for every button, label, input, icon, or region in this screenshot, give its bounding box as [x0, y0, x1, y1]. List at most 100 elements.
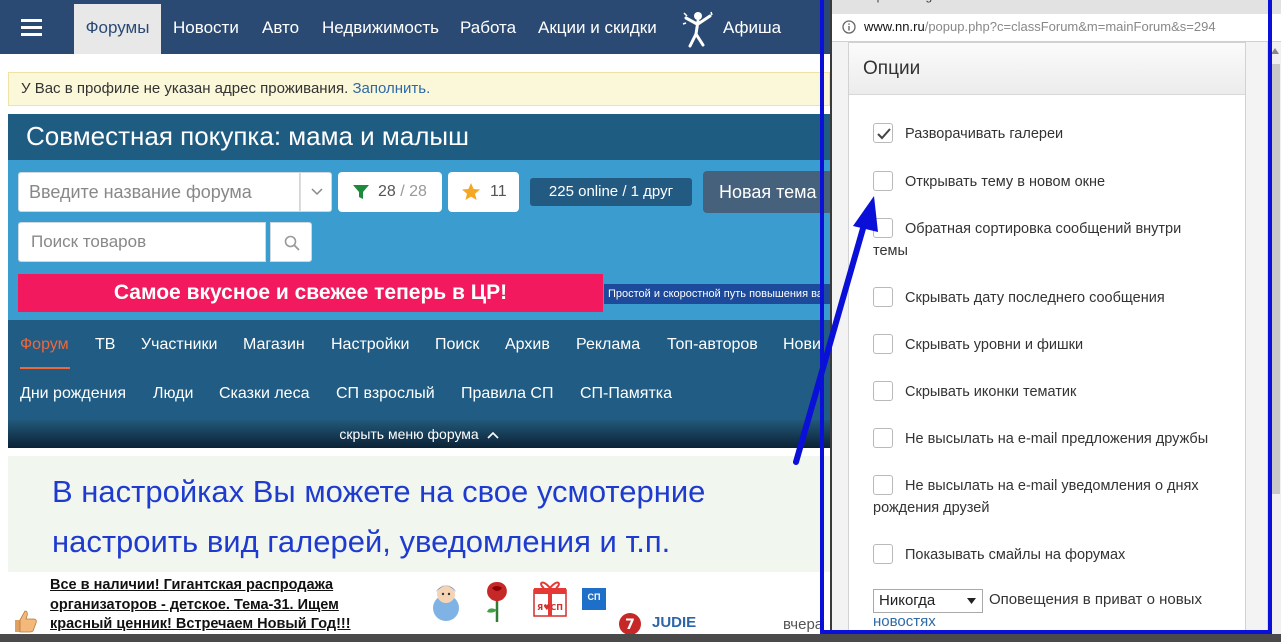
fill-address-link[interactable]: Заполнить.	[352, 80, 430, 97]
annotation-caption: В настройках Вы можете на свое усмотерни…	[8, 456, 830, 572]
notice-text: У Вас в профиле не указан адрес проживан…	[21, 80, 349, 97]
option-checkbox[interactable]	[873, 287, 893, 307]
caption-line-1: В настройках Вы можете на свое усмотерни…	[52, 474, 706, 509]
nav-news[interactable]: Новости	[173, 4, 239, 54]
option-label-continued: рождения друзей	[873, 500, 990, 516]
chevron-down-icon	[311, 188, 323, 196]
notify-frequency-select[interactable]: Никогда	[873, 589, 983, 613]
sp-badge-icon: СП	[582, 588, 606, 610]
scroll-thumb[interactable]	[1270, 64, 1280, 494]
filter-count: 28	[378, 183, 396, 200]
menu-search[interactable]: Поиск	[435, 336, 479, 354]
option-checkbox[interactable]	[873, 381, 893, 401]
menu-top-authors[interactable]: Топ-авторов	[667, 336, 758, 354]
notify-select-value: Никогда	[879, 592, 936, 609]
level-7-icon: 7	[619, 613, 641, 635]
forum-search-input[interactable]: Введите название форума	[18, 172, 300, 212]
forum-dropdown-button[interactable]	[300, 172, 332, 212]
active-tab-underline	[20, 367, 70, 369]
star-icon	[462, 183, 480, 200]
os-taskbar	[0, 634, 1281, 642]
forum-page: Форумы Новости Авто Недвижимость Работа …	[0, 0, 830, 642]
dancing-person-icon	[682, 11, 713, 48]
notify-label-news[interactable]: новостях	[873, 613, 936, 630]
option-label: Открывать тему в новом окне	[905, 174, 1106, 190]
topic-title-link[interactable]: Все в наличии! Гигантская распродажа орг…	[50, 576, 390, 635]
snow-maiden-icon	[433, 585, 459, 621]
forum-title: Совместная покупка: мама и малыш	[8, 114, 830, 160]
menu-icon[interactable]	[10, 8, 54, 48]
url-domain: www.nn.ru	[864, 19, 925, 34]
options-panel: Опции Разворачивать галереи Открывать те…	[848, 42, 1246, 642]
option-checkbox[interactable]	[873, 475, 893, 495]
menu-archive[interactable]: Архив	[505, 336, 550, 354]
option-checkbox[interactable]	[873, 428, 893, 448]
option-checkbox[interactable]	[873, 544, 893, 564]
nav-auto[interactable]: Авто	[262, 4, 299, 54]
option-label: Разворачивать галереи	[905, 126, 1064, 142]
scroll-up-icon[interactable]	[1271, 48, 1279, 54]
menu-members[interactable]: Участники	[141, 336, 217, 354]
nav-jobs[interactable]: Работа	[460, 4, 516, 54]
hide-menu-label: скрыть меню форума	[339, 426, 479, 442]
caption-line-2: настроить вид галерей, уведомления и т.п…	[52, 524, 671, 559]
goods-search-button[interactable]	[270, 222, 312, 262]
search-icon	[284, 235, 300, 251]
nav-forums[interactable]: Форумы	[74, 4, 161, 54]
option-checkbox[interactable]	[873, 218, 893, 238]
new-topic-button[interactable]: Новая тема	[703, 171, 830, 213]
hide-menu-toggle[interactable]: скрыть меню форума	[8, 420, 830, 448]
thumbs-up-icon	[15, 610, 37, 633]
goods-search-input[interactable]: Поиск товаров	[18, 222, 266, 262]
url-path: /popup.php?c=classForum&m=mainForum&s=29…	[924, 19, 1216, 34]
options-title: Опции	[849, 43, 1245, 95]
filter-button[interactable]: 28 / 28	[338, 172, 442, 212]
menu-forest-tales[interactable]: Сказки леса	[219, 385, 309, 403]
forum-toolbar: Введите название форума 28 / 28 11 225 o…	[8, 160, 830, 320]
menu-new[interactable]: Нови	[783, 336, 821, 354]
nav-promotions[interactable]: Акции и скидки	[538, 4, 657, 54]
author-link[interactable]: JUDIE	[652, 614, 696, 631]
menu-settings[interactable]: Настройки	[331, 336, 409, 354]
popup-titlebar[interactable]: Опции - Google Chrome	[832, 0, 1281, 14]
menu-sp-adult[interactable]: СП взрослый	[336, 385, 435, 403]
favorites-button[interactable]: 11	[448, 172, 519, 212]
nav-realty[interactable]: Недвижимость	[322, 4, 439, 54]
menu-shop[interactable]: Магазин	[243, 336, 305, 354]
option-checkbox[interactable]	[873, 171, 893, 191]
menu-sp-memo[interactable]: СП-Памятка	[580, 385, 672, 403]
popup-scrollbar[interactable]	[1267, 42, 1281, 642]
menu-sp-rules[interactable]: Правила СП	[461, 385, 553, 403]
option-label: Обратная сортировка сообщений внутри	[905, 221, 1182, 237]
menu-forum[interactable]: Форум	[20, 336, 69, 354]
option-label: Не высылать на e-mail уведомления о днях	[905, 478, 1199, 494]
topic-date: вчера	[783, 616, 824, 633]
menu-people[interactable]: Люди	[153, 385, 193, 403]
options-popup-window: Опции - Google Chrome www.nn.ru/popup.ph…	[832, 0, 1281, 642]
option-label: Скрывать дату последнего сообщения	[905, 290, 1165, 306]
gift-sp-icon: Я♥СП	[533, 581, 567, 617]
favorites-count: 11	[490, 183, 507, 200]
top-navigation: Форумы Новости Авто Недвижимость Работа …	[0, 0, 830, 54]
ya-sp-label: Я♥СП	[537, 603, 563, 612]
nav-afisha[interactable]: Афиша	[723, 4, 781, 54]
topic-row: Все в наличии! Гигантская распродажа орг…	[8, 572, 830, 642]
popup-address-bar: www.nn.ru/popup.php?c=classForum&m=mainF…	[832, 14, 1281, 42]
banner-ad-secondary[interactable]: Простой и скоростной путь повышения ва	[604, 284, 830, 304]
menu-tv[interactable]: ТВ	[95, 336, 115, 354]
info-icon[interactable]	[842, 20, 856, 34]
banner-ad[interactable]: Самое вкусное и свежее теперь в ЦР!	[18, 274, 603, 312]
online-badge[interactable]: 225 online / 1 друг	[530, 178, 692, 206]
option-label: Скрывать иконки тематик	[905, 384, 1077, 400]
notify-label: Оповещения в приват о новых	[989, 591, 1202, 608]
rose-icon	[487, 582, 507, 622]
option-checkbox-checked[interactable]	[873, 123, 893, 143]
option-checkbox[interactable]	[873, 334, 893, 354]
filter-icon	[353, 185, 369, 199]
check-icon	[877, 128, 891, 140]
menu-birthdays[interactable]: Дни рождения	[20, 385, 126, 403]
option-label: Не высылать на e-mail предложения дружбы	[905, 431, 1209, 447]
filter-total: / 28	[400, 183, 427, 200]
svg-text:7: 7	[625, 617, 635, 633]
menu-ads[interactable]: Реклама	[576, 336, 640, 354]
